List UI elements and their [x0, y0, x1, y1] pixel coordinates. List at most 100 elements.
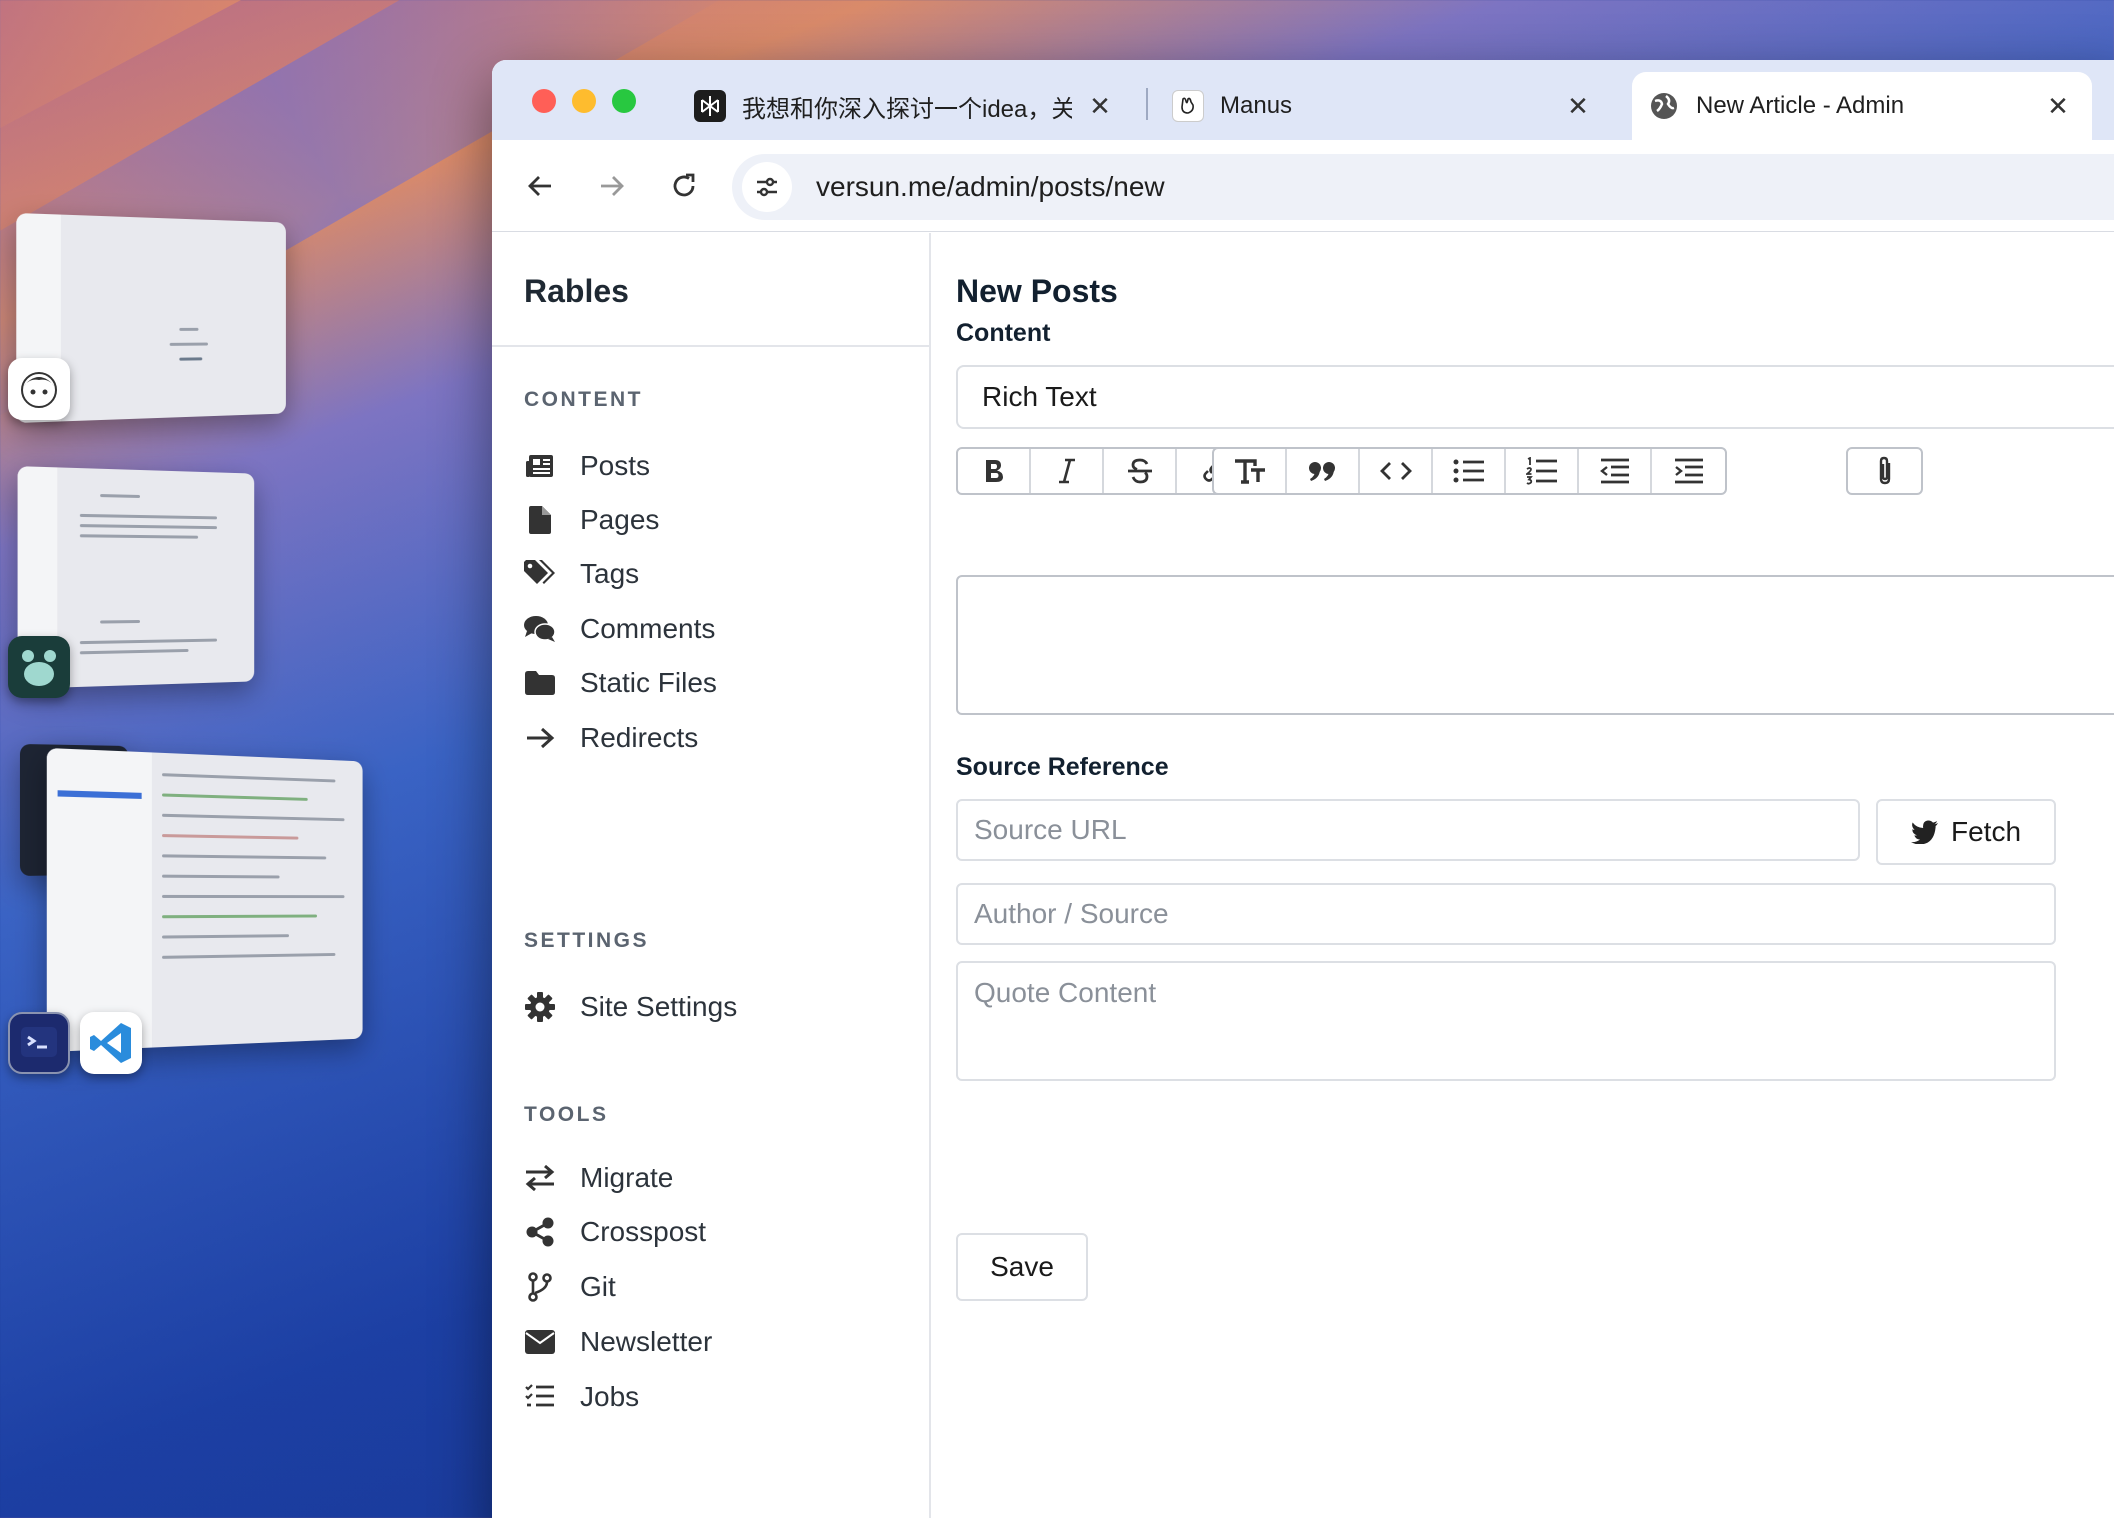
sidebar-item-git[interactable]: Git [524, 1262, 616, 1312]
author-source-input[interactable]: Author / Source [956, 883, 2056, 945]
minimize-window-button[interactable] [572, 89, 596, 113]
section-heading-content: CONTENT [524, 388, 643, 411]
gear-icon [524, 991, 556, 1023]
perplexity-icon [694, 90, 726, 122]
bullet-list-icon [1453, 459, 1484, 483]
tab-divider [1146, 88, 1148, 120]
zoom-window-button[interactable] [612, 89, 636, 113]
forward-button[interactable] [588, 162, 636, 210]
anime-avatar-app-icon[interactable] [8, 358, 70, 420]
text-format-toolbar [956, 447, 1252, 495]
main-content: New Posts Content Rich Text Source Refer… [932, 233, 2114, 1518]
close-window-button[interactable] [532, 89, 556, 113]
bullet-list-button[interactable] [1433, 449, 1506, 493]
bold-icon [985, 460, 1003, 482]
list-check-icon [524, 1381, 556, 1413]
tab-title: 我想和你深入探讨一个idea，关 [742, 95, 1072, 123]
block-format-toolbar [1212, 447, 1727, 495]
sidebar-item-label: Tags [580, 558, 640, 589]
attach-file-button[interactable] [1848, 449, 1921, 493]
section-heading-tools: TOOLS [524, 1103, 609, 1126]
heading-button[interactable] [1214, 449, 1287, 493]
sidebar-item-static-files[interactable]: Static Files [524, 658, 717, 708]
paw-app-icon[interactable] [8, 636, 70, 698]
tab-strip: 我想和你深入探讨一个idea，关 ✕ Manus ✕ New Article -… [492, 60, 2114, 140]
outdent-icon [1599, 458, 1629, 484]
envelope-icon [524, 1326, 556, 1358]
fetch-button[interactable]: Fetch [1876, 799, 2056, 865]
sidebar-item-comments[interactable]: Comments [524, 604, 715, 654]
newspaper-icon [524, 450, 556, 482]
sidebar-item-redirects[interactable]: Redirects [524, 713, 698, 763]
fetch-label: Fetch [1950, 816, 2022, 847]
tab-title: New Article - Admin [1696, 92, 1905, 119]
browser-window: 我想和你深入探讨一个idea，关 ✕ Manus ✕ New Article -… [492, 60, 2114, 1518]
tab-perplexity[interactable]: 我想和你深入探讨一个idea，关 ✕ [694, 72, 1134, 140]
reload-button[interactable] [660, 162, 708, 210]
source-url-input[interactable]: Source URL [956, 799, 1860, 861]
page-title: New Posts [956, 273, 1118, 309]
text-size-icon [1234, 459, 1265, 484]
code-icon [1379, 462, 1412, 480]
strikethrough-button[interactable] [1104, 449, 1177, 493]
divider [492, 345, 929, 347]
numbered-list-icon [1525, 457, 1557, 485]
outdent-button[interactable] [1579, 449, 1652, 493]
italic-button[interactable] [1031, 449, 1104, 493]
close-tab-icon[interactable]: ✕ [2044, 91, 2072, 121]
omnibox[interactable]: versun.me/admin/posts/new [732, 154, 2114, 220]
rich-text-editor[interactable] [956, 575, 2114, 715]
site-settings-icon[interactable] [742, 162, 792, 212]
sidebar-item-pages[interactable]: Pages [524, 495, 659, 545]
manus-icon [1172, 90, 1204, 122]
sidebar-item-jobs[interactable]: Jobs [524, 1372, 639, 1422]
terminal-app-icon[interactable] [8, 1012, 70, 1074]
sidebar-item-label: Migrate [580, 1162, 674, 1193]
file-icon [524, 504, 556, 536]
italic-icon [1058, 458, 1075, 484]
address-bar: versun.me/admin/posts/new [492, 140, 2114, 232]
sidebar-item-migrate[interactable]: Migrate [524, 1153, 673, 1203]
save-button[interactable]: Save [956, 1233, 1088, 1301]
sidebar-item-newsletter[interactable]: Newsletter [524, 1317, 712, 1367]
reload-icon [673, 173, 695, 197]
indent-icon [1674, 458, 1703, 484]
arrow-right-icon [524, 722, 556, 754]
url-text: versun.me/admin/posts/new [816, 171, 1165, 202]
attachment-toolbar [1846, 447, 1923, 495]
tab-new-article[interactable]: New Article - Admin ✕ [1632, 72, 2092, 140]
source-reference-label: Source Reference [956, 753, 1169, 781]
code-button[interactable] [1360, 449, 1433, 493]
vscode-app-icon[interactable] [80, 1012, 142, 1074]
stage-window-thumbnail[interactable] [46, 747, 363, 1053]
brand-title[interactable]: Rables [524, 273, 629, 310]
git-branch-icon [524, 1271, 556, 1303]
bold-button[interactable] [958, 449, 1031, 493]
sidebar-item-label: Jobs [580, 1381, 640, 1412]
tags-icon [524, 558, 556, 590]
sidebar-item-label: Newsletter [580, 1326, 713, 1357]
quote-button[interactable] [1287, 449, 1360, 493]
folder-icon [524, 667, 556, 699]
paperclip-icon [1879, 456, 1890, 485]
tab-manus[interactable]: Manus ✕ [1172, 72, 1612, 140]
sidebar-item-label: Git [580, 1271, 616, 1302]
sidebar-item-site-settings[interactable]: Site Settings [524, 982, 737, 1032]
content-label: Content [956, 319, 1051, 347]
quote-content-textarea[interactable]: Quote Content [956, 961, 2056, 1081]
sidebar-item-posts[interactable]: Posts [524, 441, 650, 491]
comments-icon [524, 613, 556, 645]
close-tab-icon[interactable]: ✕ [1564, 91, 1592, 121]
arrow-right-icon [601, 176, 624, 196]
sidebar-item-tags[interactable]: Tags [524, 549, 639, 599]
sidebar-item-crosspost[interactable]: Crosspost [524, 1207, 706, 1257]
sidebar-item-label: Redirects [580, 722, 699, 753]
numbered-list-button[interactable] [1506, 449, 1579, 493]
quote-icon [1308, 462, 1335, 481]
close-tab-icon[interactable]: ✕ [1086, 91, 1114, 121]
back-button[interactable] [516, 162, 564, 210]
strikethrough-icon [1127, 458, 1152, 484]
indent-button[interactable] [1652, 449, 1725, 493]
content-type-select[interactable]: Rich Text [956, 365, 2114, 429]
tab-title: Manus [1220, 92, 1293, 119]
